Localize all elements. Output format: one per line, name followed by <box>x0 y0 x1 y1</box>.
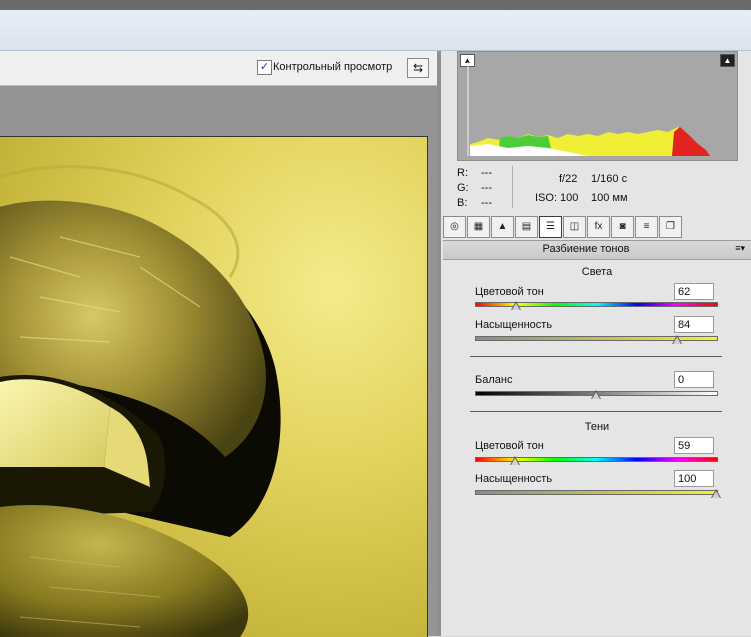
balance-input[interactable]: 0 <box>674 371 714 388</box>
lips-illustration <box>0 165 281 637</box>
shutter-value: 1/160 с <box>591 173 628 185</box>
panel-header: Разбиение тонов ≡▾ <box>443 240 751 260</box>
shadows-saturation-slider[interactable] <box>475 490 718 495</box>
preview-photo <box>0 136 428 637</box>
aperture-value: f/22 <box>559 173 578 185</box>
focal-length-value: 100 мм <box>591 192 628 204</box>
split-toning-tab-icon[interactable]: ☰ <box>539 216 562 238</box>
tone-curve-tab-icon[interactable]: ▦ <box>467 216 490 238</box>
shadows-saturation-label: Насыщенность <box>475 473 553 485</box>
shadows-saturation-input[interactable]: 100 <box>674 470 714 487</box>
camera-calibration-tab-icon[interactable]: ◙ <box>611 216 634 238</box>
highlights-saturation-label: Насыщенность <box>475 319 553 331</box>
section-divider <box>470 356 722 357</box>
preview-toolbar: ✓ Контрольный просмотр ⇆ <box>0 51 437 86</box>
camera-info: R: G: B: --- --- --- f/22 1/160 с ISO: 1… <box>457 164 736 212</box>
shadows-saturation-slider-thumb[interactable] <box>711 489 721 498</box>
snapshots-tab-icon[interactable]: ❐ <box>659 216 682 238</box>
section-divider <box>470 411 722 412</box>
hsl-tab-icon[interactable]: ▤ <box>515 216 538 238</box>
effects-tab-icon[interactable]: fx <box>587 216 610 238</box>
basic-tab-icon[interactable]: ◎ <box>443 216 466 238</box>
shadows-section: Тени <box>443 421 751 437</box>
compare-toggle-icon[interactable]: ⇆ <box>407 58 429 78</box>
highlights-saturation-slider-thumb[interactable] <box>672 335 683 344</box>
preview-panel: ✓ Контрольный просмотр ⇆ <box>0 51 437 637</box>
g-label: G: <box>457 182 469 194</box>
dialog-header <box>0 10 751 51</box>
r-label: R: <box>457 167 468 179</box>
b-label: B: <box>457 197 468 209</box>
highlights-hue-label: Цветовой тон <box>475 286 544 298</box>
info-separator <box>512 166 513 208</box>
g-value: --- <box>481 182 492 194</box>
window-titlebar <box>0 0 751 10</box>
histogram: ▲ ▲ <box>457 51 738 161</box>
preview-checkbox[interactable]: ✓ <box>257 60 272 75</box>
image-canvas[interactable] <box>0 86 437 637</box>
r-value: --- <box>481 167 492 179</box>
shadows-hue-input[interactable]: 59 <box>674 437 714 454</box>
shadows-hue-slider-thumb[interactable] <box>509 456 520 465</box>
balance-label: Баланс <box>475 374 513 386</box>
iso-value: ISO: 100 <box>535 192 579 204</box>
highlights-hue-input[interactable]: 62 <box>674 283 714 300</box>
histogram-graph <box>467 62 710 156</box>
b-value: --- <box>481 197 492 209</box>
panel-title: Разбиение тонов <box>542 243 630 255</box>
preview-label[interactable]: Контрольный просмотр <box>273 61 392 73</box>
detail-tab-icon[interactable]: ▲ <box>491 216 514 238</box>
balance-slider-thumb[interactable] <box>590 390 601 399</box>
shadows-hue-label: Цветовой тон <box>475 440 544 452</box>
highlights-title: Света <box>581 266 613 278</box>
shadows-title: Тени <box>584 421 610 433</box>
highlights-section: Света <box>443 266 751 282</box>
panel-menu-icon[interactable]: ≡▾ <box>735 243 745 254</box>
presets-tab-icon[interactable]: ≡ <box>635 216 658 238</box>
lens-corrections-tab-icon[interactable]: ◫ <box>563 216 586 238</box>
highlights-saturation-input[interactable]: 84 <box>674 316 714 333</box>
highlights-hue-slider-thumb[interactable] <box>511 301 522 310</box>
